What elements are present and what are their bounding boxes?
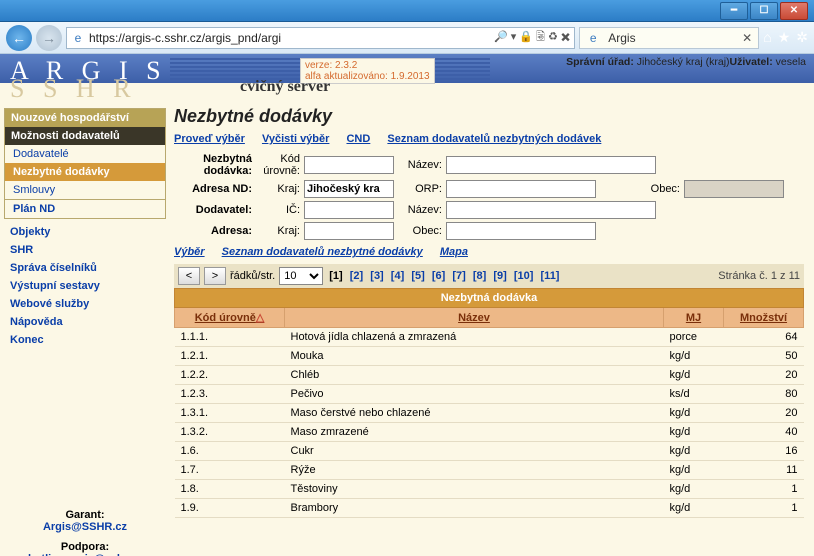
sidebar-link-webove[interactable]: Webové služby <box>4 295 166 313</box>
input-ic[interactable] <box>304 201 394 219</box>
input-kod[interactable] <box>304 156 394 174</box>
ie-icon: e <box>71 31 85 45</box>
toolbar-right-icons: ⌂ ★ ✲ <box>763 29 808 46</box>
col-nazev[interactable]: Název <box>285 308 664 328</box>
table-row[interactable]: 1.6.Cukrkg/d16 <box>175 442 804 461</box>
url-text: https://argis-c.sshr.cz/argis_pnd/argi <box>89 31 494 45</box>
tab-close-icon[interactable]: ✕ <box>742 31 752 45</box>
input-obec-nd[interactable] <box>684 180 784 198</box>
label-dodavka: Nezbytná dodávka: <box>174 153 252 177</box>
address-bar[interactable]: e https://argis-c.sshr.cz/argis_pnd/argi… <box>66 27 575 49</box>
table-row[interactable]: 1.8.Těstovinykg/d1 <box>175 480 804 499</box>
sidebar-link-objekty[interactable]: Objekty <box>4 223 166 241</box>
table-row[interactable]: 1.3.2.Maso zmrazenékg/d40 <box>175 423 804 442</box>
rows-per-page-select[interactable]: 10 <box>279 267 323 285</box>
label-adresa: Adresa: <box>174 225 252 237</box>
sidebar-item-nezbytne[interactable]: Nezbytné dodávky <box>5 163 165 181</box>
sidebar-link-sestavy[interactable]: Výstupní sestavy <box>4 277 166 295</box>
minimize-button[interactable]: ━ <box>720 2 748 20</box>
table-row[interactable]: 1.2.2.Chlébkg/d20 <box>175 366 804 385</box>
sidebar: Nouzové hospodářství Možnosti dodavatelů… <box>0 102 170 556</box>
sidebar-group-sub[interactable]: Možnosti dodavatelů <box>5 127 165 145</box>
sidebar-link-ciselniky[interactable]: Správa číselníků <box>4 259 166 277</box>
action-vycisti[interactable]: Vyčisti výběr <box>262 133 329 145</box>
sidebar-link-shr[interactable]: SHR <box>4 241 166 259</box>
action-proved[interactable]: Proveď výběr <box>174 133 245 145</box>
table-header-span: Nezbytná dodávka <box>175 289 804 308</box>
page-title: Nezbytné dodávky <box>174 106 804 127</box>
maximize-button[interactable]: ☐ <box>750 2 778 20</box>
favorites-icon[interactable]: ★ <box>778 29 791 46</box>
prev-page-button[interactable]: < <box>178 267 200 285</box>
table-controls: < > řádků/str. 10 [1] [2] [3] [4] [5] [6… <box>174 264 804 288</box>
input-dodavatel-nazev[interactable] <box>446 201 656 219</box>
close-button[interactable]: ✕ <box>780 2 808 20</box>
input-kraj[interactable] <box>304 180 394 198</box>
sidebar-group-title[interactable]: Nouzové hospodářství <box>5 109 165 127</box>
server-label: cvičný server <box>240 78 330 96</box>
sub-mapa[interactable]: Mapa <box>440 246 468 258</box>
sidebar-item-plan-nd[interactable]: Plán ND <box>5 199 165 218</box>
sidebar-support: Garant: Argis@SSHR.cz Podpora: hotline-a… <box>4 509 166 556</box>
page-links: [1] [2] [3] [4] [5] [6] [7] [8] [9] [10]… <box>327 270 561 282</box>
sub-vyber[interactable]: Výběr <box>174 246 205 258</box>
back-button[interactable]: ← <box>6 25 32 51</box>
browser-toolbar: ← → e https://argis-c.sshr.cz/argis_pnd/… <box>0 22 814 54</box>
browser-tab[interactable]: e Argis ✕ <box>579 27 759 49</box>
data-table: Nezbytná dodávka Kód úrovně△ Název MJ Mn… <box>174 288 804 518</box>
main-content: Nezbytné dodávky Proveď výběr Vyčisti vý… <box>170 102 814 556</box>
next-page-button[interactable]: > <box>204 267 226 285</box>
action-cnd[interactable]: CND <box>346 133 370 145</box>
table-row[interactable]: 1.7.Rýžekg/d11 <box>175 461 804 480</box>
app-logo-shadow: S S H R <box>10 74 137 104</box>
garant-link[interactable]: Argis@SSHR.cz <box>43 521 127 533</box>
sub-seznam[interactable]: Seznam dodavatelů nezbytné dodávky <box>222 246 423 258</box>
label-adresa-nd: Adresa ND: <box>174 183 252 195</box>
sub-action-links: Výběr Seznam dodavatelů nezbytné dodávky… <box>174 246 804 258</box>
sidebar-item-dodavatele[interactable]: Dodavatelé <box>5 145 165 163</box>
ie-icon: e <box>586 31 600 45</box>
input-orp[interactable] <box>446 180 596 198</box>
home-icon[interactable]: ⌂ <box>763 29 771 46</box>
col-kod[interactable]: Kód úrovně△ <box>175 308 285 328</box>
action-links: Proveď výběr Vyčisti výběr CND Seznam do… <box>174 133 804 145</box>
table-row[interactable]: 1.9.Bramborykg/d1 <box>175 499 804 518</box>
forward-button[interactable]: → <box>36 25 62 51</box>
app-header: A R G I S S S H R verze: 2.3.2 alfa aktu… <box>0 54 814 102</box>
table-row[interactable]: 1.2.1.Moukakg/d50 <box>175 347 804 366</box>
table-row[interactable]: 1.3.1.Maso čerstvé nebo chlazenékg/d20 <box>175 404 804 423</box>
input-adr-kraj[interactable] <box>304 222 394 240</box>
input-nazev[interactable] <box>446 156 656 174</box>
sidebar-link-napoveda[interactable]: Nápověda <box>4 313 166 331</box>
sidebar-link-konec[interactable]: Konec <box>4 331 166 349</box>
tools-icon[interactable]: ✲ <box>796 29 808 46</box>
label-dodavatel: Dodavatel: <box>174 204 252 216</box>
sort-asc-icon: △ <box>256 312 264 324</box>
input-adr-obec[interactable] <box>446 222 596 240</box>
table-row[interactable]: 1.1.1.Hotová jídla chlazená a zmrazenápo… <box>175 328 804 347</box>
action-seznam[interactable]: Seznam dodavatelů nezbytných dodávek <box>387 133 601 145</box>
window-titlebar: ━ ☐ ✕ <box>0 0 814 22</box>
tab-title: Argis <box>608 31 635 45</box>
page-info: Stránka č. 1 z 11 <box>718 270 800 282</box>
sidebar-item-smlouvy[interactable]: Smlouvy <box>5 181 165 199</box>
header-userinfo: Správní úřad: Jihočeský kraj (kraj)Uživa… <box>566 56 806 68</box>
col-mj[interactable]: MJ <box>664 308 724 328</box>
address-icons: 🔎 ▾ 🔒 🗟 ♻ ✖ <box>494 28 570 47</box>
col-mnoz[interactable]: Množství <box>724 308 804 328</box>
table-row[interactable]: 1.2.3.Pečivoks/d80 <box>175 385 804 404</box>
